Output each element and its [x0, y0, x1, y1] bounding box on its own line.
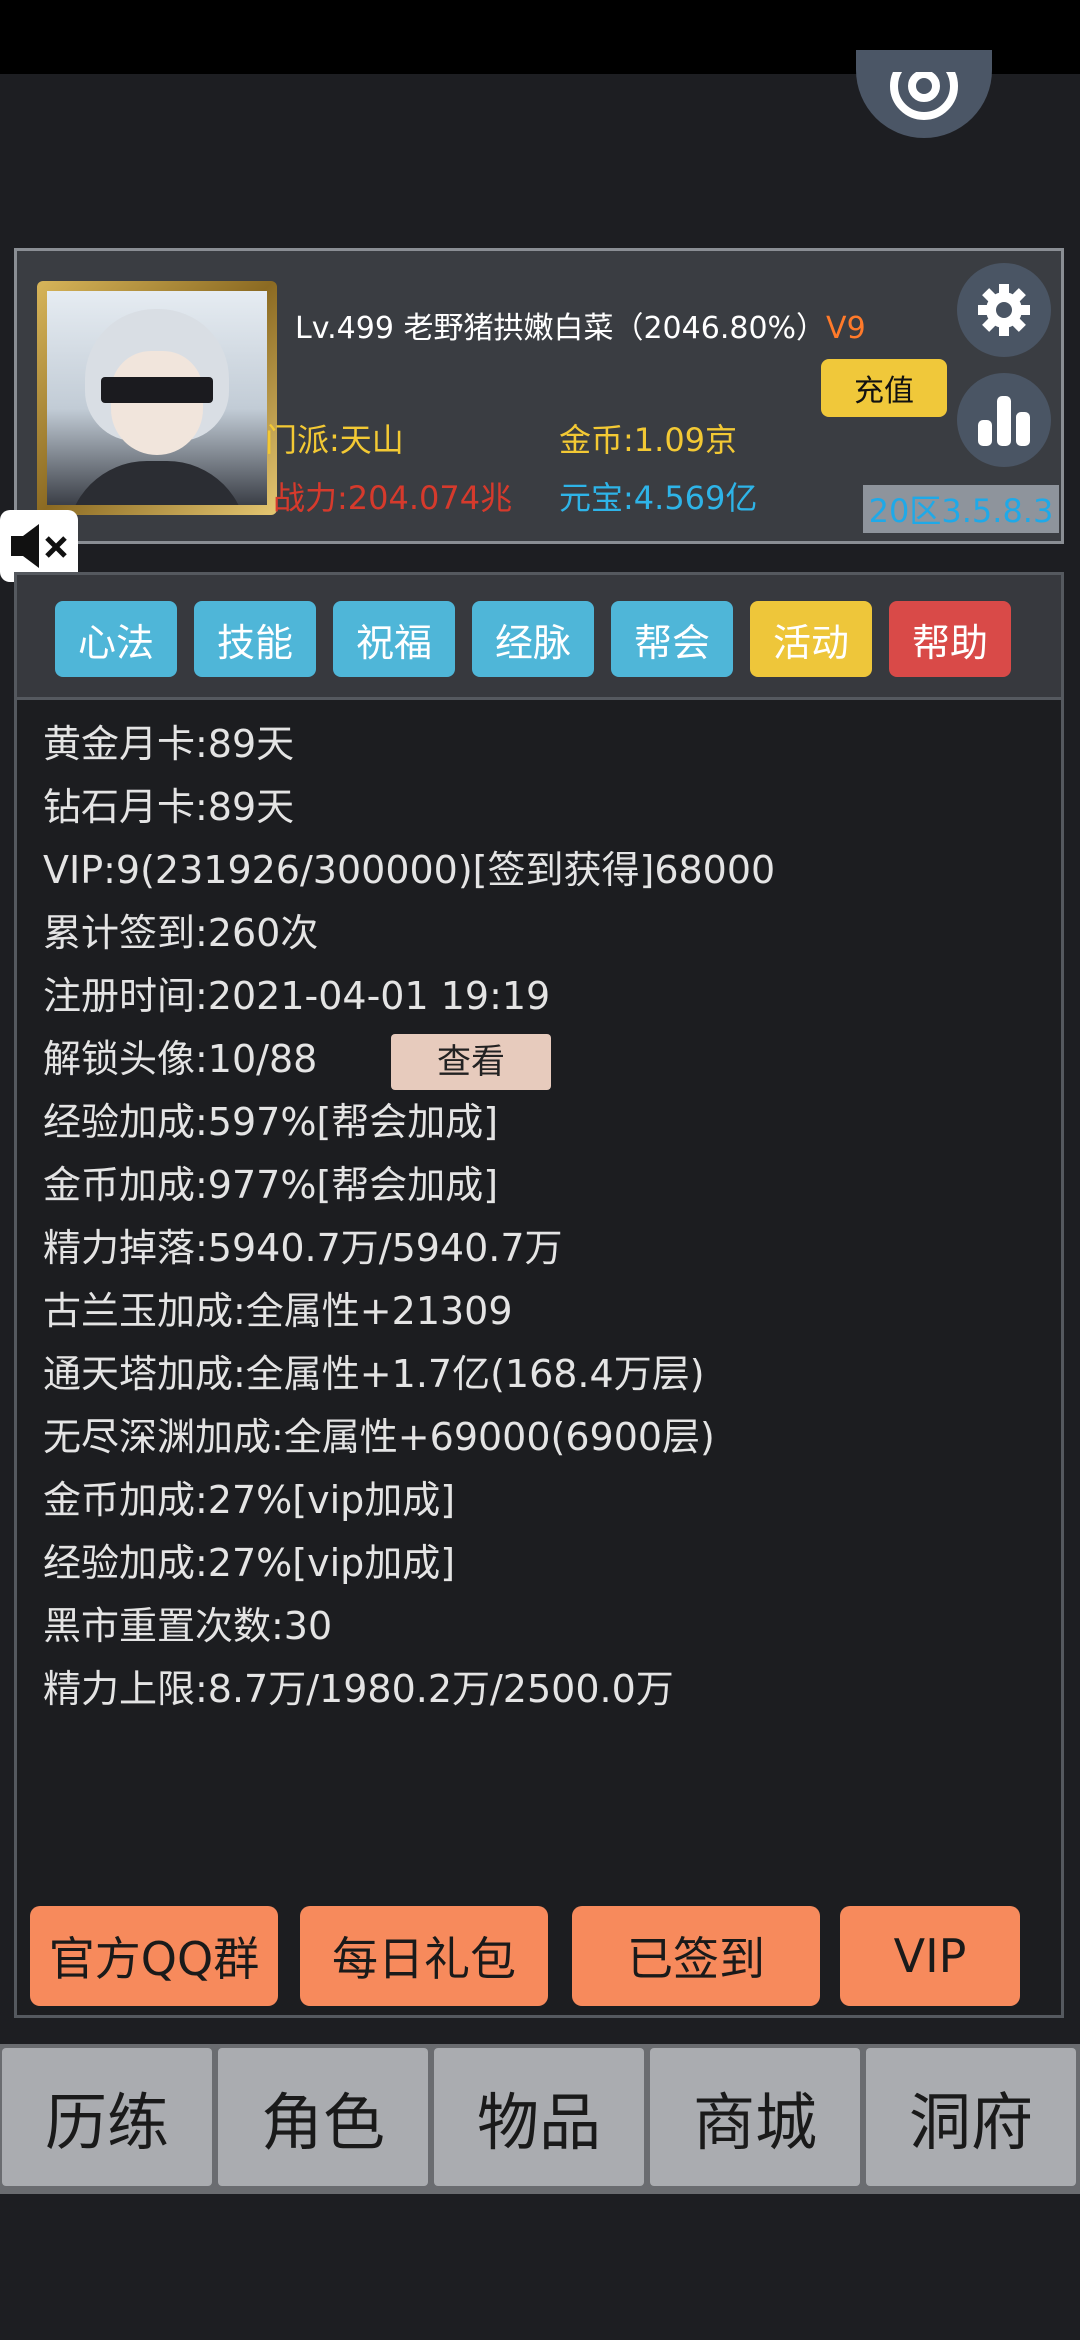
sect-label: 门派:天山	[265, 421, 404, 459]
server-version-tag: 20区3.5.8.3	[863, 485, 1059, 533]
power-label: 战力:204.074兆	[273, 479, 513, 517]
stat-line: 解锁头像:10/88	[43, 1037, 318, 1081]
tab-meridian[interactable]: 经脉	[472, 601, 594, 677]
view-avatars-button[interactable]: 查看	[391, 1034, 551, 1090]
gear-icon	[978, 284, 1030, 336]
stat-line: 古兰玉加成:全属性+21309	[43, 1289, 513, 1333]
tab-blessing[interactable]: 祝福	[333, 601, 455, 677]
stat-line: 钻石月卡:89天	[43, 785, 295, 829]
daily-gift-button[interactable]: 每日礼包	[300, 1906, 548, 2006]
stat-line: 金币加成:27%[vip加成]	[43, 1478, 456, 1522]
at-sign-icon[interactable]	[856, 50, 992, 138]
stat-line: 注册时间:2021-04-01 19:19	[43, 974, 551, 1018]
ranking-button[interactable]	[957, 373, 1051, 467]
stat-line: 无尽深渊加成:全属性+69000(6900层)	[43, 1415, 715, 1459]
stats-list: 黄金月卡:89天 钻石月卡:89天 VIP:9(231926/300000)[签…	[43, 713, 775, 1721]
vip-badge: V9	[826, 311, 866, 346]
stat-line: 通天塔加成:全属性+1.7亿(168.4万层)	[43, 1352, 705, 1396]
stat-line: 黑市重置次数:30	[43, 1604, 333, 1648]
nav-training[interactable]: 历练	[2, 2048, 212, 2186]
avatar[interactable]	[37, 281, 277, 515]
avatar-unlock-row: 解锁头像:10/88 查看	[43, 1028, 775, 1091]
tab-guild[interactable]: 帮会	[611, 601, 733, 677]
bottom-nav: 历练 角色 物品 商城 洞府	[0, 2044, 1080, 2194]
ingot-label: 元宝:4.569亿	[559, 479, 758, 517]
profile-panel: Lv.499 老野猪拱嫩白菜（2046.80%）V9 充值 门派:天山 金币:1…	[14, 248, 1064, 544]
stat-line: 精力上限:8.7万/1980.2万/2500.0万	[43, 1667, 674, 1711]
main-panel: 心法 技能 祝福 经脉 帮会 活动 帮助 黄金月卡:89天 钻石月卡:89天 V…	[14, 572, 1064, 2018]
signed-in-button[interactable]: 已签到	[572, 1906, 820, 2006]
stat-line: 累计签到:260次	[43, 911, 319, 955]
stat-line: 经验加成:597%[帮会加成]	[43, 1100, 499, 1144]
settings-button[interactable]	[957, 263, 1051, 357]
nav-items[interactable]: 物品	[434, 2048, 644, 2186]
stat-line: VIP:9(231926/300000)[签到获得]68000	[43, 848, 776, 892]
tab-help[interactable]: 帮助	[889, 601, 1011, 677]
nav-character[interactable]: 角色	[218, 2048, 428, 2186]
vip-button[interactable]: VIP	[840, 1906, 1020, 2006]
tab-skills[interactable]: 技能	[194, 601, 316, 677]
speaker-muted-icon	[11, 524, 67, 568]
nav-cave[interactable]: 洞府	[866, 2048, 1076, 2186]
stat-line: 精力掉落:5940.7万/5940.7万	[43, 1226, 563, 1270]
stat-line: 金币加成:977%[帮会加成]	[43, 1163, 499, 1207]
gold-label: 金币:1.09京	[559, 421, 738, 459]
function-tab-bar: 心法 技能 祝福 经脉 帮会 活动 帮助	[17, 575, 1061, 700]
nav-shop[interactable]: 商城	[650, 2048, 860, 2186]
official-qq-group-button[interactable]: 官方QQ群	[30, 1906, 278, 2006]
player-name-level: Lv.499 老野猪拱嫩白菜（2046.80%）V9	[295, 303, 866, 347]
tab-events[interactable]: 活动	[750, 601, 872, 677]
tab-xinfa[interactable]: 心法	[55, 601, 177, 677]
stat-line: 黄金月卡:89天	[43, 722, 295, 766]
bar-chart-icon	[978, 396, 1030, 446]
recharge-button[interactable]: 充值	[821, 359, 947, 417]
player-name-text: Lv.499 老野猪拱嫩白菜（2046.80%）	[295, 311, 827, 346]
stat-line: 经验加成:27%[vip加成]	[43, 1541, 456, 1585]
